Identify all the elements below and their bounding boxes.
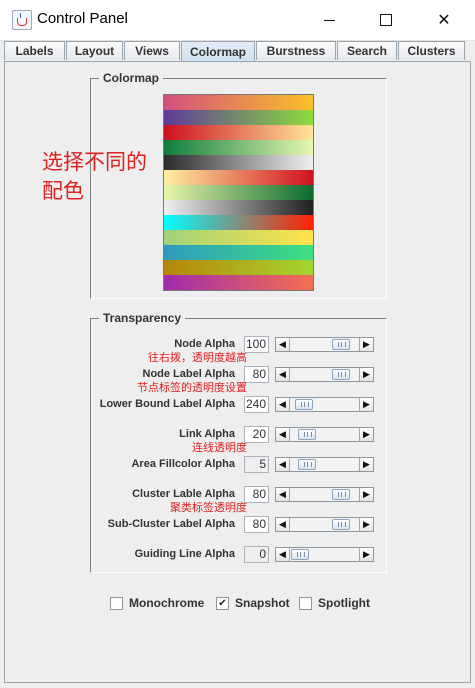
area-fillcolor-alpha-slider[interactable]: ◀ ▶ bbox=[275, 457, 374, 472]
colormap-note: 选择不同的配色 bbox=[42, 151, 147, 203]
slider-thumb[interactable] bbox=[298, 459, 316, 470]
grip-icon bbox=[304, 462, 312, 467]
monochrome-option[interactable]: Monochrome bbox=[110, 595, 204, 611]
title-bar: Control Panel ✕ bbox=[0, 0, 475, 41]
monochrome-label: Monochrome bbox=[129, 596, 205, 610]
cluster-lable-alpha-value-field[interactable]: 80 bbox=[244, 486, 269, 503]
colormap-swatch[interactable] bbox=[164, 230, 313, 245]
cluster-lable-alpha-annotation: 聚类标签透明度 bbox=[170, 502, 247, 514]
grip-icon bbox=[338, 372, 346, 377]
transparency-group-title: Transparency bbox=[99, 311, 186, 325]
link-alpha-slider[interactable]: ◀ ▶ bbox=[275, 427, 374, 442]
slider-thumb[interactable] bbox=[298, 429, 316, 440]
area-fillcolor-alpha-label: Area Fillcolor Alpha bbox=[131, 458, 235, 470]
tab-colormap[interactable]: Colormap bbox=[181, 41, 255, 62]
link-alpha-annotation: 连线透明度 bbox=[192, 442, 247, 454]
node-alpha-value-field[interactable]: 100 bbox=[244, 336, 269, 353]
colormap-swatch[interactable] bbox=[164, 95, 313, 110]
grip-icon bbox=[338, 522, 346, 527]
spotlight-label: Spotlight bbox=[318, 596, 370, 610]
grip-icon bbox=[304, 432, 312, 437]
scroll-right-arrow-icon[interactable]: ▶ bbox=[359, 338, 373, 351]
colormap-swatch[interactable] bbox=[164, 155, 313, 170]
tab-labels[interactable]: Labels bbox=[4, 41, 65, 60]
cluster-lable-alpha-slider[interactable]: ◀ ▶ bbox=[275, 487, 374, 502]
slider-thumb[interactable] bbox=[332, 339, 350, 350]
tab-layout[interactable]: Layout bbox=[66, 41, 123, 60]
minimize-button[interactable] bbox=[306, 6, 352, 34]
area-fillcolor-alpha-value-field[interactable]: 5 bbox=[244, 456, 269, 473]
node-label-alpha-value-field[interactable]: 80 bbox=[244, 366, 269, 383]
scroll-left-arrow-icon[interactable]: ◀ bbox=[276, 518, 290, 531]
maximize-icon bbox=[380, 14, 392, 26]
snapshot-checkbox[interactable]: ✔ bbox=[216, 596, 229, 610]
colormap-swatch[interactable] bbox=[164, 170, 313, 185]
spotlight-checkbox[interactable] bbox=[299, 596, 312, 610]
guiding-line-alpha-value-field[interactable]: 0 bbox=[244, 546, 269, 563]
scroll-right-arrow-icon[interactable]: ▶ bbox=[359, 368, 373, 381]
scroll-left-arrow-icon[interactable]: ◀ bbox=[276, 368, 290, 381]
tab-search[interactable]: Search bbox=[337, 41, 397, 60]
lower-bound-label-alpha-slider[interactable]: ◀ ▶ bbox=[275, 397, 374, 412]
tab-views[interactable]: Views bbox=[124, 41, 180, 60]
scroll-left-arrow-icon[interactable]: ◀ bbox=[276, 338, 290, 351]
tab-clusters[interactable]: Clusters bbox=[398, 41, 465, 60]
grip-icon bbox=[338, 492, 346, 497]
spotlight-option[interactable]: Spotlight bbox=[299, 595, 370, 611]
slider-thumb[interactable] bbox=[291, 549, 309, 560]
colormap-swatch[interactable] bbox=[164, 260, 313, 275]
colormap-swatch[interactable] bbox=[164, 185, 313, 200]
scroll-left-arrow-icon[interactable]: ◀ bbox=[276, 548, 290, 561]
slider-thumb[interactable] bbox=[332, 369, 350, 380]
colormap-swatch[interactable] bbox=[164, 215, 313, 230]
grip-icon bbox=[301, 402, 309, 407]
scroll-right-arrow-icon[interactable]: ▶ bbox=[359, 518, 373, 531]
monochrome-checkbox[interactable] bbox=[110, 596, 123, 610]
scroll-left-arrow-icon[interactable]: ◀ bbox=[276, 458, 290, 471]
lower-bound-label-alpha-value-field[interactable]: 240 bbox=[244, 396, 269, 413]
colormap-swatch[interactable] bbox=[164, 245, 313, 260]
grip-icon bbox=[297, 552, 305, 557]
sub-cluster-label-alpha-label: Sub-Cluster Label Alpha bbox=[107, 518, 235, 530]
link-alpha-value-field[interactable]: 20 bbox=[244, 426, 269, 443]
node-alpha-slider[interactable]: ◀ ▶ bbox=[275, 337, 374, 352]
scroll-right-arrow-icon[interactable]: ▶ bbox=[359, 458, 373, 471]
colormap-swatch[interactable] bbox=[164, 140, 313, 155]
scroll-right-arrow-icon[interactable]: ▶ bbox=[359, 428, 373, 441]
sub-cluster-label-alpha-value-field[interactable]: 80 bbox=[244, 516, 269, 533]
colormap-swatch-list bbox=[163, 94, 314, 291]
maximize-button[interactable] bbox=[363, 6, 409, 34]
colormap-swatch[interactable] bbox=[164, 110, 313, 125]
guiding-line-alpha-slider[interactable]: ◀ ▶ bbox=[275, 547, 374, 562]
scroll-left-arrow-icon[interactable]: ◀ bbox=[276, 428, 290, 441]
slider-thumb[interactable] bbox=[332, 519, 350, 530]
node-label-alpha-slider[interactable]: ◀ ▶ bbox=[275, 367, 374, 382]
grip-icon bbox=[338, 342, 346, 347]
sub-cluster-label-alpha-slider[interactable]: ◀ ▶ bbox=[275, 517, 374, 532]
node-alpha-annotation: 往右拨，透明度越高 bbox=[148, 352, 247, 364]
java-app-icon bbox=[12, 10, 32, 30]
scroll-right-arrow-icon[interactable]: ▶ bbox=[359, 488, 373, 501]
minimize-icon bbox=[323, 19, 335, 21]
close-icon: ✕ bbox=[437, 12, 451, 29]
slider-thumb[interactable] bbox=[332, 489, 350, 500]
lower-bound-label-alpha-label: Lower Bound Label Alpha bbox=[99, 398, 235, 410]
window-title: Control Panel bbox=[37, 10, 128, 27]
tab-bar: Labels Layout Views Colormap Burstness S… bbox=[4, 41, 471, 62]
close-button[interactable]: ✕ bbox=[421, 6, 467, 34]
scroll-left-arrow-icon[interactable]: ◀ bbox=[276, 398, 290, 411]
node-label-alpha-annotation: 节点标签的透明度设置 bbox=[137, 382, 247, 394]
slider-thumb[interactable] bbox=[295, 399, 313, 410]
colormap-swatch[interactable] bbox=[164, 275, 313, 290]
tab-burstness[interactable]: Burstness bbox=[256, 41, 336, 60]
guiding-line-alpha-label: Guiding Line Alpha bbox=[134, 548, 235, 560]
colormap-swatch[interactable] bbox=[164, 200, 313, 215]
snapshot-label: Snapshot bbox=[235, 596, 290, 610]
colormap-swatch[interactable] bbox=[164, 125, 313, 140]
colormap-group-title: Colormap bbox=[99, 71, 164, 85]
scroll-left-arrow-icon[interactable]: ◀ bbox=[276, 488, 290, 501]
scroll-right-arrow-icon[interactable]: ▶ bbox=[359, 548, 373, 561]
snapshot-option[interactable]: ✔ Snapshot bbox=[216, 595, 290, 611]
scroll-right-arrow-icon[interactable]: ▶ bbox=[359, 398, 373, 411]
